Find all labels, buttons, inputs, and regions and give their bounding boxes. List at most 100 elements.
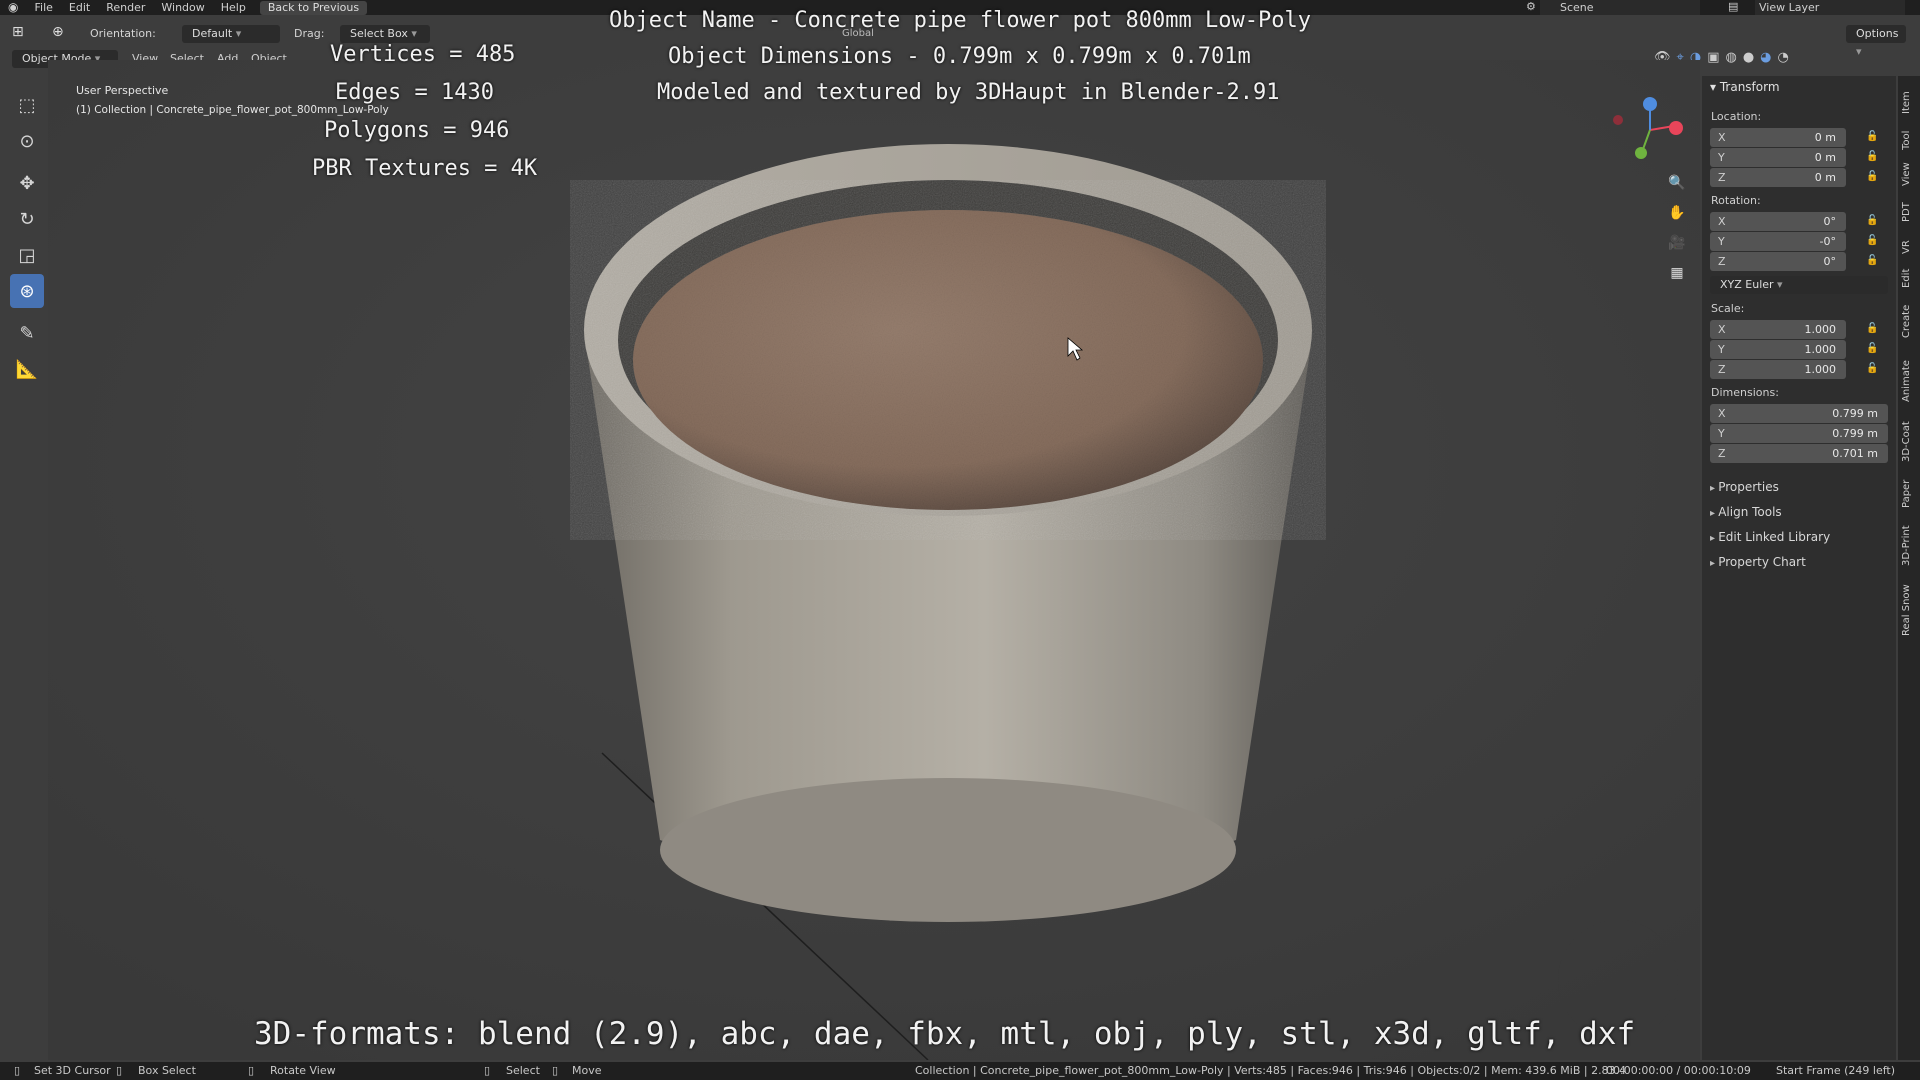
viewport-perspective-label: User Perspective xyxy=(76,84,169,97)
credit-title: Modeled and textured by 3DHaupt in Blend… xyxy=(657,80,1280,105)
status-box-select: Box Select xyxy=(138,1064,196,1077)
transform-tool-icon[interactable]: ⊕ xyxy=(52,24,64,40)
3d-viewport[interactable] xyxy=(48,60,1700,1060)
measure-tool-icon[interactable]: 📐 xyxy=(10,352,44,386)
tab-paper[interactable]: Paper xyxy=(1901,480,1912,508)
object-name-title: Object Name - Concrete pipe flower pot 8… xyxy=(609,8,1311,33)
textures-stat: PBR Textures = 4K xyxy=(312,156,538,181)
tab-vr[interactable]: VR xyxy=(1901,240,1912,254)
navigation-gizmo[interactable] xyxy=(1610,90,1690,170)
location-y-field[interactable]: Y0 m xyxy=(1710,148,1846,167)
location-label: Location: xyxy=(1711,110,1762,123)
camera-view-icon[interactable]: 🎥 xyxy=(1664,230,1690,256)
lock-icon[interactable]: 🔓 xyxy=(1866,235,1878,247)
tab-view[interactable]: View xyxy=(1901,162,1912,186)
lock-icon[interactable]: 🔓 xyxy=(1866,363,1878,375)
tab-animate[interactable]: Animate xyxy=(1901,360,1912,402)
tab-3d-print[interactable]: 3D-Print xyxy=(1901,525,1912,566)
annotate-tool-icon[interactable]: ✎ xyxy=(10,316,44,350)
rotation-z-field[interactable]: Z 0° xyxy=(1710,252,1846,271)
lock-icon[interactable]: 🔓 xyxy=(1866,343,1878,355)
status-set-cursor: Set 3D Cursor xyxy=(34,1064,111,1077)
gizmo-x-axis-icon[interactable] xyxy=(1669,121,1683,135)
drag-dropdown[interactable]: Select Box xyxy=(340,25,430,43)
gizmo-neg-x-icon[interactable] xyxy=(1613,115,1623,125)
options-dropdown[interactable]: Options xyxy=(1846,25,1906,43)
orientation-dropdown[interactable]: Default xyxy=(182,25,280,43)
menu-render[interactable]: Render xyxy=(98,0,153,15)
scale-tool-icon[interactable]: ◲ xyxy=(10,238,44,272)
solid-shading-icon[interactable]: ● xyxy=(1743,50,1754,65)
scene-field[interactable]: Scene xyxy=(1540,0,1700,15)
location-z-field[interactable]: Z0 m xyxy=(1710,168,1846,187)
zoom-icon[interactable]: 🔍 xyxy=(1664,170,1690,196)
viewport-nav-buttons: 🔍 ✋ 🎥 ▦ xyxy=(1664,170,1690,286)
tab-edit[interactable]: Edit xyxy=(1901,269,1912,288)
view-layer-field[interactable]: View Layer xyxy=(1755,0,1905,15)
dimensions-x-field[interactable]: X 0.799 m xyxy=(1710,404,1888,423)
blender-logo-icon[interactable]: ◉ xyxy=(0,0,26,15)
sidebar-tabs: Item Tool View PDT VR Edit Create Animat… xyxy=(1898,76,1920,1060)
status-select: Select xyxy=(506,1064,540,1077)
lock-icon[interactable]: 🔓 xyxy=(1866,323,1878,335)
move-tool-icon[interactable]: ✥ xyxy=(10,166,44,200)
scale-z-field[interactable]: Z 1.000 xyxy=(1710,360,1846,379)
tab-item[interactable]: Item xyxy=(1901,91,1912,114)
scale-x-field[interactable]: X 1.000 xyxy=(1710,320,1846,339)
tab-tool[interactable]: Tool xyxy=(1901,131,1912,150)
scale-label: Scale: xyxy=(1711,302,1745,315)
left-toolbar: ⬚ ⊙ ✥ ↻ ◲ ⊛ ✎ 📐 xyxy=(10,88,46,388)
menu-file[interactable]: File xyxy=(26,0,60,15)
editor-type-icon[interactable]: ⊞ xyxy=(12,24,24,40)
lock-icon[interactable]: 🔓 xyxy=(1866,171,1878,183)
lock-icon[interactable]: 🔓 xyxy=(1866,255,1878,267)
rotation-mode-dropdown[interactable]: XYZ Euler xyxy=(1710,276,1888,294)
polygons-stat: Polygons = 946 xyxy=(324,118,510,143)
lock-icon[interactable]: 🔓 xyxy=(1866,131,1878,143)
dimensions-y-field[interactable]: Y 0.799 m xyxy=(1710,424,1888,443)
status-scene-info: Collection | Concrete_pipe_flower_pot_80… xyxy=(915,1064,1627,1077)
view-layer-icon[interactable]: ▤ xyxy=(1728,0,1738,13)
cursor-tool-icon[interactable]: ⊙ xyxy=(10,124,44,158)
transform-tool-icon-active[interactable]: ⊛ xyxy=(10,274,44,308)
flower-pot-object[interactable] xyxy=(584,144,1312,922)
location-x-field[interactable]: X0 m xyxy=(1710,128,1846,147)
panel-properties[interactable]: Properties xyxy=(1710,480,1779,494)
dimensions-z-field[interactable]: Z 0.701 m xyxy=(1710,444,1888,463)
gizmo-y-axis-icon[interactable] xyxy=(1635,147,1647,159)
material-shading-icon[interactable]: ◕ xyxy=(1760,50,1771,65)
transform-panel-header[interactable]: ▾ Transform xyxy=(1710,80,1780,94)
scene-icon[interactable]: ⚙ xyxy=(1526,0,1536,13)
panel-property-chart[interactable]: Property Chart xyxy=(1710,555,1806,569)
rendered-shading-icon[interactable]: ◔ xyxy=(1778,50,1789,65)
pan-hand-icon[interactable]: ✋ xyxy=(1664,200,1690,226)
scale-y-field[interactable]: Y 1.000 xyxy=(1710,340,1846,359)
tab-create[interactable]: Create xyxy=(1901,305,1912,338)
mouse-right-icon: ▯ xyxy=(552,1064,559,1077)
gizmo-z-axis-icon[interactable] xyxy=(1643,97,1657,111)
rotation-x-field[interactable]: X 0° xyxy=(1710,212,1846,231)
lock-icon[interactable]: 🔓 xyxy=(1866,151,1878,163)
tab-real-snow[interactable]: Real Snow xyxy=(1901,584,1912,636)
menu-edit[interactable]: Edit xyxy=(61,0,98,15)
back-to-previous-button[interactable]: Back to Previous xyxy=(259,0,368,15)
xray-icon[interactable]: ▣ xyxy=(1707,50,1719,65)
panel-align-tools[interactable]: Align Tools xyxy=(1710,505,1781,519)
rotate-tool-icon[interactable]: ↻ xyxy=(10,202,44,236)
status-frame: Start Frame (249 left) xyxy=(1776,1064,1896,1077)
tab-pdt[interactable]: PDT xyxy=(1901,202,1912,222)
vertices-stat: Vertices = 485 xyxy=(330,42,516,67)
mouse-middle-icon: ▯ xyxy=(116,1064,123,1077)
lock-icon[interactable]: 🔓 xyxy=(1866,215,1878,227)
orientation-label: Orientation: xyxy=(90,27,156,40)
select-box-tool-icon[interactable]: ⬚ xyxy=(10,88,44,122)
menu-help[interactable]: Help xyxy=(213,0,254,15)
menu-window[interactable]: Window xyxy=(153,0,212,15)
transform-header-label: Transform xyxy=(1719,80,1780,94)
mouse-left-icon: ▯ xyxy=(14,1064,21,1077)
ortho-grid-icon[interactable]: ▦ xyxy=(1664,260,1690,286)
wireframe-shading-icon[interactable]: ◍ xyxy=(1725,50,1736,65)
panel-edit-linked-library[interactable]: Edit Linked Library xyxy=(1710,530,1830,544)
rotation-y-field[interactable]: Y -0° xyxy=(1710,232,1846,251)
tab-3d-coat[interactable]: 3D-Coat xyxy=(1901,421,1912,462)
